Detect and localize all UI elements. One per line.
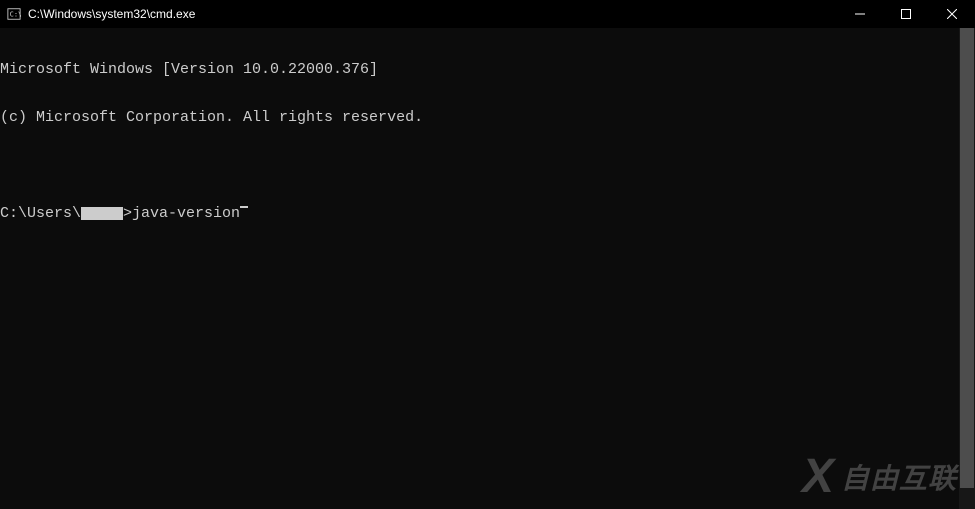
copyright-line: (c) Microsoft Corporation. All rights re… bbox=[0, 110, 959, 126]
cursor bbox=[240, 206, 248, 208]
titlebar: C:\ C:\Windows\system32\cmd.exe bbox=[0, 0, 975, 28]
prompt-suffix: > bbox=[123, 206, 132, 222]
window-controls bbox=[837, 0, 975, 28]
command-text: java-version bbox=[132, 206, 240, 222]
scrollbar[interactable] bbox=[959, 28, 975, 509]
blank-line bbox=[0, 158, 959, 174]
prompt-line: C:\Users\ >java-version bbox=[0, 206, 959, 222]
username-redacted bbox=[81, 207, 123, 220]
version-line: Microsoft Windows [Version 10.0.22000.37… bbox=[0, 62, 959, 78]
prompt-prefix: C:\Users\ bbox=[0, 206, 81, 222]
terminal-area[interactable]: Microsoft Windows [Version 10.0.22000.37… bbox=[0, 28, 975, 509]
window-title: C:\Windows\system32\cmd.exe bbox=[28, 7, 195, 21]
svg-text:C:\: C:\ bbox=[10, 11, 21, 19]
maximize-button[interactable] bbox=[883, 0, 929, 28]
terminal-output[interactable]: Microsoft Windows [Version 10.0.22000.37… bbox=[0, 28, 959, 509]
minimize-button[interactable] bbox=[837, 0, 883, 28]
scrollbar-thumb[interactable] bbox=[960, 28, 974, 488]
close-button[interactable] bbox=[929, 0, 975, 28]
cmd-icon: C:\ bbox=[6, 6, 22, 22]
